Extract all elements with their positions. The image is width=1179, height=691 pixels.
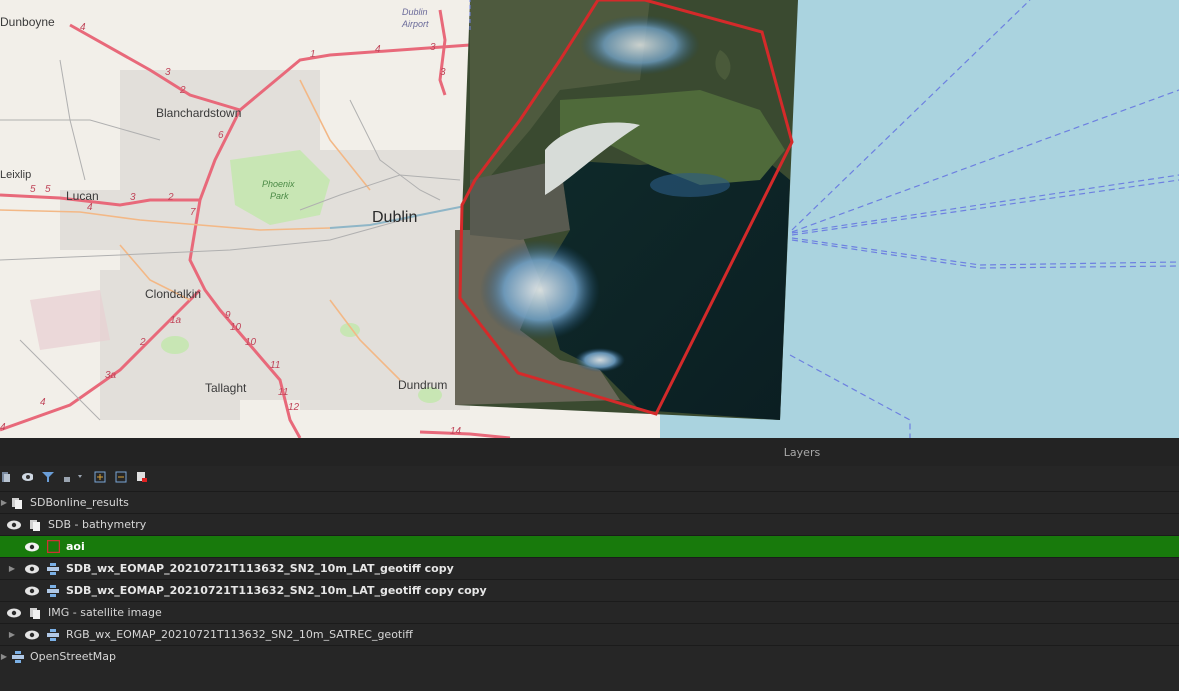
label-clondalkin: Clondalkin	[145, 287, 201, 301]
label-dublin: Dublin	[372, 209, 417, 226]
layer-group-icon	[12, 497, 24, 509]
svg-text:9: 9	[225, 310, 231, 321]
layers-panel: Layers ▶ SDBonline_results SDB - bathyme…	[0, 438, 1179, 691]
svg-text:4: 4	[80, 22, 86, 33]
svg-text:Phoenix: Phoenix	[262, 179, 295, 189]
eye-icon[interactable]	[24, 564, 40, 574]
layer-group-icon	[30, 519, 42, 531]
layer-row-sdb-geotiff-copy[interactable]: ▶ SDB_wx_EOMAP_20210721T113632_SN2_10m_L…	[0, 557, 1179, 579]
chevron-right-icon[interactable]: ▶	[8, 564, 16, 574]
layer-label: SDBonline_results	[30, 496, 129, 509]
svg-text:11: 11	[270, 360, 280, 371]
label-blanchardstown: Blanchardstown	[156, 106, 241, 120]
map-svg[interactable]: 432 143 36 5 54 273 1a23a 91010 111112 14…	[0, 0, 1179, 438]
svg-text:4: 4	[40, 397, 46, 408]
raster-layer-icon	[12, 650, 24, 663]
layer-label: RGB_wx_EOMAP_20210721T113632_SN2_10m_SAT…	[66, 628, 413, 641]
svg-text:2: 2	[179, 85, 186, 96]
raster-layer-icon	[47, 628, 59, 641]
svg-text:14: 14	[450, 426, 462, 437]
svg-text:3a: 3a	[105, 370, 117, 381]
svg-text:3: 3	[130, 192, 136, 203]
svg-text:1: 1	[310, 49, 316, 60]
label-lucan: Lucan	[66, 189, 99, 203]
raster-layer-icon	[47, 562, 59, 575]
layer-label: SDB - bathymetry	[48, 518, 147, 531]
svg-text:4: 4	[375, 44, 381, 55]
svg-text:5: 5	[30, 184, 36, 195]
filter-legend-icon[interactable]	[42, 471, 54, 483]
svg-text:1a: 1a	[170, 315, 182, 326]
svg-text:6: 6	[218, 130, 224, 141]
eye-icon[interactable]	[6, 520, 22, 530]
label-dundrum: Dundrum	[398, 378, 447, 392]
layer-label: SDB_wx_EOMAP_20210721T113632_SN2_10m_LAT…	[66, 584, 487, 597]
panel-title: Layers	[0, 438, 1179, 466]
chevron-right-icon[interactable]: ▶	[0, 498, 8, 508]
svg-text:5: 5	[45, 184, 51, 195]
eye-icon[interactable]	[6, 608, 22, 618]
eye-icon[interactable]	[24, 586, 40, 596]
open-layer-styling-icon[interactable]	[0, 471, 12, 483]
svg-text:3: 3	[440, 67, 446, 78]
svg-text:Dublin: Dublin	[402, 7, 428, 17]
eye-icon[interactable]	[24, 630, 40, 640]
filter-expression-icon[interactable]	[63, 471, 85, 483]
label-leixlip: Leixlip	[0, 169, 31, 181]
layer-row-openstreetmap[interactable]: ▶ OpenStreetMap	[0, 645, 1179, 667]
manage-visibility-icon[interactable]	[21, 471, 33, 483]
layers-toolbar	[0, 466, 1179, 488]
expand-all-icon[interactable]	[94, 471, 106, 483]
eye-icon[interactable]	[24, 542, 40, 552]
layer-label: IMG - satellite image	[48, 606, 162, 619]
svg-text:12: 12	[288, 402, 300, 413]
svg-text:3: 3	[165, 67, 171, 78]
chevron-right-icon[interactable]: ▶	[0, 652, 8, 662]
svg-text:Park: Park	[270, 191, 289, 201]
svg-text:10: 10	[230, 322, 242, 333]
layer-label: OpenStreetMap	[30, 650, 117, 663]
layer-row-rgb-satrec[interactable]: ▶ RGB_wx_EOMAP_20210721T113632_SN2_10m_S…	[0, 623, 1179, 645]
polygon-layer-icon	[46, 539, 61, 554]
layer-group-icon	[30, 607, 42, 619]
svg-text:4: 4	[0, 422, 6, 433]
svg-text:3: 3	[430, 42, 436, 53]
svg-text:4: 4	[87, 202, 93, 213]
layer-row-aoi[interactable]: aoi	[0, 535, 1179, 557]
layer-tree: ▶ SDBonline_results SDB - bathymetry aoi…	[0, 491, 1179, 667]
svg-text:2: 2	[167, 192, 174, 203]
airport-area	[30, 290, 110, 350]
collapse-all-icon[interactable]	[115, 471, 127, 483]
svg-text:7: 7	[190, 207, 196, 218]
raster-layer-icon	[47, 584, 59, 597]
remove-layer-icon[interactable]	[136, 471, 148, 483]
layer-row-sdb-bathymetry[interactable]: SDB - bathymetry	[0, 513, 1179, 535]
layer-label: SDB_wx_EOMAP_20210721T113632_SN2_10m_LAT…	[66, 562, 454, 575]
svg-text:Airport: Airport	[401, 19, 429, 29]
map-canvas[interactable]: 432 143 36 554 273 1a 2 3a 9 10 10 11 11 12 14…	[0, 0, 1179, 438]
layer-label: aoi	[66, 540, 85, 553]
chevron-right-icon[interactable]: ▶	[8, 630, 16, 640]
layer-row-img-satellite[interactable]: IMG - satellite image	[0, 601, 1179, 623]
svg-text:11: 11	[278, 387, 288, 398]
layer-row-sdbonline-results[interactable]: ▶ SDBonline_results	[0, 491, 1179, 513]
layer-row-sdb-geotiff-copy-copy[interactable]: SDB_wx_EOMAP_20210721T113632_SN2_10m_LAT…	[0, 579, 1179, 601]
svg-text:10: 10	[245, 337, 257, 348]
label-tallaght: Tallaght	[205, 381, 247, 395]
label-dunboyne: Dunboyne	[0, 15, 55, 29]
svg-text:2: 2	[139, 337, 146, 348]
sea-area	[780, 0, 1179, 438]
